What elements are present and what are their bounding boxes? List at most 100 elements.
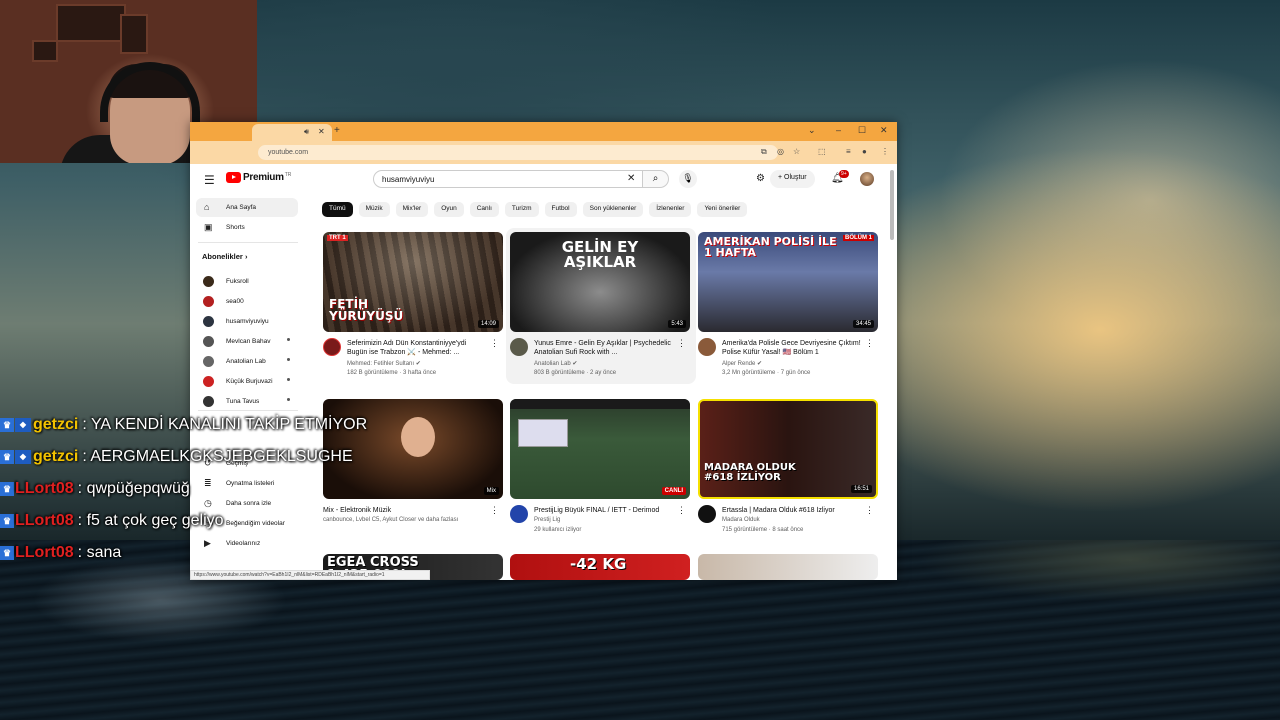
channel-name[interactable]: Madara Olduk [722,517,760,523]
sidebar-item-shorts[interactable]: ▣ Shorts [196,218,298,237]
search-button[interactable]: ⌕ [643,170,669,188]
video-thumbnail[interactable]: MADARA OLDUK #618 İZLİYOR 16:51 [698,399,878,499]
sidebar-subscription-item[interactable]: sea00 [196,292,298,311]
chip-all[interactable]: Tümü [322,202,353,217]
chat-message: ♛ LLort08: f5 at çok geç geliyo [0,510,224,532]
subscriptions-heading[interactable]: Abonelikler › [202,252,247,261]
extensions-icon[interactable]: ⬚ [818,147,826,156]
wall-poster [32,40,58,62]
channel-name[interactable]: Mehmed: Fetihler Sultanı ✔ [347,360,421,367]
tab-bar: 🔊︎ ✕ + ⌄ – ☐ ✕ [190,122,897,141]
chip-football[interactable]: Futbol [544,202,577,217]
chat-text: : AERGMAELKGKSJEBGEKLSUGHE [82,448,353,465]
bookmark-star-icon[interactable]: ☆ [793,147,800,156]
chat-username: LLort08 [15,512,74,529]
new-tab-button[interactable]: + [334,125,340,136]
channel-avatar[interactable] [323,338,341,356]
chip-new[interactable]: Yeni öneriler [697,202,748,217]
video-title[interactable]: Seferimizin Adı Dün Konstantiniyye'ydi B… [347,339,487,357]
video-title[interactable]: Amerika'da Polisle Gece Devriyesine Çıkt… [722,339,862,357]
more-actions-icon[interactable]: ⋮ [490,338,499,349]
create-button[interactable]: + Oluştur [770,170,815,188]
url-field[interactable]: youtube.com [258,145,778,160]
sidebar-item-your-videos[interactable]: ▶ Videolarınız [196,534,298,553]
search-input[interactable]: husamviyuviyu [373,170,643,188]
chip-watched[interactable]: İzlenenler [649,202,692,217]
video-stats: 803 B görüntüleme · 2 ay önce [534,370,617,376]
hamburger-menu-icon[interactable]: ☰ [204,173,215,187]
video-thumbnail[interactable]: TRT 1 FETİH YÜRÜYÜŞÜ 14:09 [323,232,503,332]
chat-username: getzci [33,448,79,465]
video-thumbnail[interactable] [698,554,878,580]
chat-username: getzci [33,416,79,433]
video-thumbnail[interactable]: -42 KG [510,554,690,580]
channel-name-text: Alper Rende [722,361,756,367]
channel-avatar[interactable] [698,505,716,523]
prime-badge-icon: ♛ [0,450,14,464]
sidebar-subscription-item[interactable]: Mevlcan Bahav [196,332,298,351]
sidebar-item-home[interactable]: ⌂ Ana Sayfa [196,198,298,217]
close-tab-icon[interactable]: ✕ [318,127,325,136]
chip-gaming[interactable]: Oyun [434,202,464,217]
video-title[interactable]: Ertassla | Madara Olduk #618 İzliyor [722,506,862,515]
sidebar-subscription-item[interactable]: Küçük Burjuvazi [196,372,298,391]
prime-badge-icon: ♛ [0,514,14,528]
settings-icon[interactable]: ⚙ [756,173,765,184]
video-meta: Seferimizin Adı Dün Konstantiniyye'ydi B… [323,338,503,388]
channel-name[interactable]: Alper Rende ✔ [722,360,762,367]
profile-icon[interactable]: ● [862,147,867,156]
channel-name[interactable]: Prestij Lig [534,517,560,523]
sidebar-item-label: husamviyuviyu [226,318,269,325]
video-thumbnail[interactable]: AMERİKAN POLİSİ İLE 1 HAFTA BÖLÜM 1 34:4… [698,232,878,332]
video-title[interactable]: Yunus Emre - Gelin Ey Aşıklar | Psychede… [534,339,674,357]
browser-tab[interactable]: 🔊︎ ✕ [252,124,332,141]
chip-live[interactable]: Canlı [469,202,499,217]
sidebar-item-playlists[interactable]: ≣ Oynatma listeleri [196,474,298,493]
channel-avatar[interactable] [698,338,716,356]
more-actions-icon[interactable]: ⋮ [490,505,499,516]
more-actions-icon[interactable]: ⋮ [865,338,874,349]
more-actions-icon[interactable]: ⋮ [677,338,686,349]
sidebar-subscription-item[interactable]: husamviyuviyu [196,312,298,331]
maximize-button[interactable]: ☐ [858,125,866,136]
chip-tourism[interactable]: Turizm [504,202,539,217]
more-actions-icon[interactable]: ⋮ [865,505,874,516]
video-title[interactable]: PrestijLig Büyük FİNAL / İETT - Derimod [534,506,674,515]
sidebar-subscription-item[interactable]: Tuna Tavus [196,392,298,411]
chip-music[interactable]: Müzik [358,202,390,217]
avatar[interactable] [860,172,874,186]
chip-recent[interactable]: Son yüklenenler [582,202,644,217]
video-title[interactable]: Mix - Elektronik Müzik [323,506,463,515]
install-icon[interactable]: ⧉ [761,147,767,157]
menu-icon[interactable]: ⋮ [881,147,889,156]
channel-avatar[interactable] [510,338,528,356]
clear-search-icon[interactable]: ✕ [627,173,635,184]
channel-name[interactable]: Anatolian Lab ✔ [534,360,577,367]
channel-name-text: Anatolian Lab [534,361,571,367]
video-duration: 14:09 [477,320,499,328]
channel-avatar[interactable] [510,505,528,523]
minimize-button[interactable]: – [836,125,841,135]
more-actions-icon[interactable]: ⋮ [677,505,686,516]
sidebar-subscription-item[interactable]: Anatolian Lab [196,352,298,371]
scrollbar[interactable] [890,170,894,240]
voice-search-button[interactable]: 🎙︎ [679,170,697,188]
channel-avatar [203,276,214,287]
video-thumbnail[interactable]: CANLI [510,399,690,499]
youtube-play-icon [226,172,241,183]
close-window-button[interactable]: ✕ [880,125,888,136]
youtube-logo[interactable]: Premium TR [226,172,291,183]
video-thumbnail[interactable]: GELİN EY AŞIKLAR 5:43 [510,232,690,332]
eye-off-icon[interactable]: ◎ [777,147,784,156]
chevron-down-icon[interactable]: ⌄ [808,125,816,136]
chip-mixes[interactable]: Mix'ler [395,202,429,217]
video-duration: 5:43 [668,320,686,328]
media-icon[interactable]: ≡ [846,147,851,156]
mix-artists: canbounce, Lvbel C5, Aykut Closer ve dah… [323,517,459,523]
prime-badge-icon: ♛ [0,546,14,560]
speaker-icon[interactable]: 🔊︎ [304,127,309,137]
video-stats: 715 görüntüleme · 8 saat önce [722,527,804,533]
chat-message: ♛ ◆ getzci: AERGMAELKGKSJEBGEKLSUGHE [0,446,353,468]
sidebar-subscription-item[interactable]: Fuksroll [196,272,298,291]
chat-message: ♛ LLort08: sana [0,542,121,564]
